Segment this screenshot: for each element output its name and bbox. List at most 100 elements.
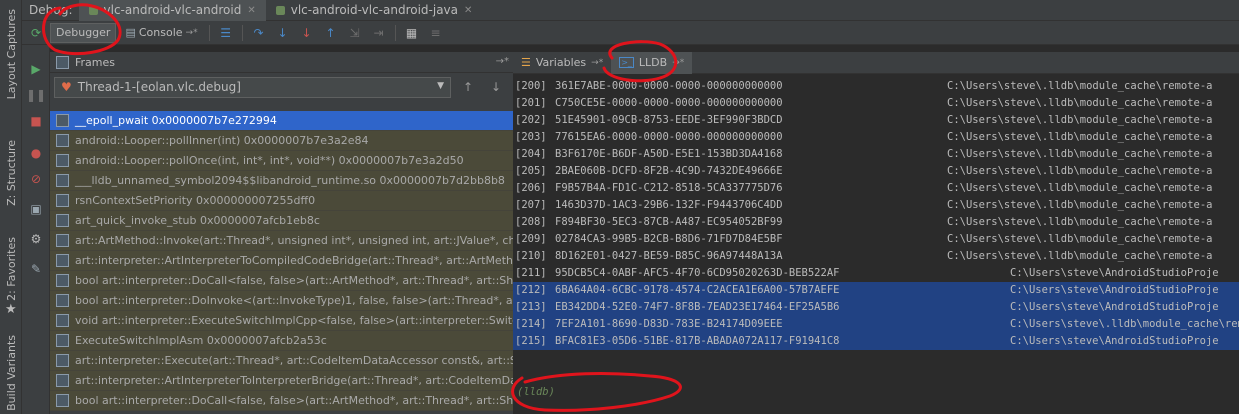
frame-label: bool art::interpreter::DoCall<false, fal…: [75, 274, 513, 287]
lldb-console[interactable]: [200] 361E7ABE-0000-0000-0000-00000000000…: [513, 78, 1239, 414]
stack-frame-icon: [56, 294, 69, 307]
console-line: [209] 02784CA3-99B5-B2CB-B8D6-71FD7D84E5B…: [513, 231, 1239, 248]
frame-item[interactable]: __epoll_pwait 0x0000007b7e272994: [50, 111, 513, 131]
debug-toolbar: ⟳ Debugger ▤ Console →* ☰ ↷ ↓ ↓ ↑ ⇲ ⇥ ▦ …: [22, 21, 1239, 45]
frame-label: art::interpreter::Execute(art::Thread*, …: [75, 354, 513, 367]
run-to-cursor-icon[interactable]: ⇥: [369, 23, 389, 43]
frame-item[interactable]: android::Looper::pollInner(int) 0x000000…: [50, 131, 513, 151]
console-idx: [206]: [515, 182, 547, 194]
mute-breakpoints-icon[interactable]: ⊘: [26, 169, 46, 189]
console-lines: [200] 361E7ABE-0000-0000-0000-00000000000…: [513, 78, 1239, 350]
star-icon: ★: [5, 302, 17, 317]
console-path: C:\Users\steve\AndroidStudioProje: [1010, 267, 1219, 279]
force-step-into-icon[interactable]: ↓: [297, 23, 317, 43]
close-icon[interactable]: ✕: [464, 5, 472, 16]
frame-item[interactable]: rsnContextSetPriority 0x000000007255dff0: [50, 191, 513, 211]
console-idx: [202]: [515, 114, 547, 126]
frame-item[interactable]: art::interpreter::ArtInterpreterToInterp…: [50, 371, 513, 391]
side-tab-build-variants[interactable]: Build Variants: [0, 334, 22, 412]
console-path: C:\Users\steve\AndroidStudioProje: [1010, 335, 1219, 347]
console-line: [205] 2BAE060B-DCFD-8F2B-4C9D-7432DE49666…: [513, 163, 1239, 180]
pin-icon[interactable]: →*: [496, 56, 509, 67]
console-line: [207] 1463D37D-1AC3-29B6-132F-F9443706C4D…: [513, 197, 1239, 214]
console-line: [204] B3F6170E-B6DF-A50D-E5E1-153BD3DA416…: [513, 146, 1239, 163]
close-icon[interactable]: ✕: [247, 5, 255, 16]
frame-item[interactable]: ExecuteSwitchImplAsm 0x0000007afcb2a53c: [50, 331, 513, 351]
console-uuid: 6BA64A04-6CBC-9178-4574-C2ACEA1E6A00-57B…: [555, 284, 840, 296]
side-tab-favorites[interactable]: 2: Favorites: [0, 237, 22, 301]
console-idx: [213]: [515, 301, 547, 313]
variables-icon: ☰: [521, 56, 531, 69]
frame-item[interactable]: ___lldb_unnamed_symbol2094$$libandroid_r…: [50, 171, 513, 191]
frame-item[interactable]: art::ArtMethod::Invoke(art::Thread*, uns…: [50, 231, 513, 251]
stop-icon[interactable]: ■: [26, 111, 46, 131]
console-idx: [201]: [515, 97, 547, 109]
run-tab-vlc-android-java[interactable]: vlc-android-vlc-android-java ✕: [266, 0, 483, 21]
console-line: [203] 77615EA6-0000-0000-0000-00000000000…: [513, 129, 1239, 146]
run-tab-vlc-android[interactable]: vlc-android-vlc-android ✕: [78, 0, 266, 21]
console-line: [206] F9B57B4A-FD1C-C212-8518-5CA337775D7…: [513, 180, 1239, 197]
side-tab-structure[interactable]: Z: Structure: [0, 140, 22, 206]
gear-icon[interactable]: ⚙: [26, 229, 46, 249]
console-path: C:\Users\steve\.lldb\module_cache\remote…: [947, 97, 1213, 109]
drop-frame-icon[interactable]: ⇲: [345, 23, 365, 43]
arrow-down-icon[interactable]: ↓: [485, 80, 507, 94]
view-breakpoints-icon[interactable]: ●: [26, 143, 46, 163]
console-line: [208] F894BF30-5EC3-87CB-A487-EC954052BF9…: [513, 214, 1239, 231]
stack-frame-icon: [56, 114, 69, 127]
console-idx: [203]: [515, 131, 547, 143]
stack-frame-icon: [56, 394, 69, 407]
console-uuid: 361E7ABE-0000-0000-0000-000000000000: [555, 80, 783, 92]
frame-label: void art::interpreter::ExecuteSwitchImpl…: [75, 314, 513, 327]
frame-item[interactable]: art::interpreter::ArtInterpreterToCompil…: [50, 251, 513, 271]
stack-frame-icon: [56, 314, 69, 327]
frame-item[interactable]: art_quick_invoke_stub 0x0000007afcb1eb8c: [50, 211, 513, 231]
pin-icon[interactable]: ✎: [26, 259, 46, 279]
tab-lldb[interactable]: >_ LLDB →*: [611, 51, 693, 74]
frame-item[interactable]: bool art::interpreter::DoInvoke<(art::In…: [50, 291, 513, 311]
console-line: [214] 7EF2A101-8690-D83D-783E-B24174D09EE…: [513, 316, 1239, 333]
arrow-up-icon[interactable]: ↑: [457, 80, 479, 94]
toolbar-separator: [208, 24, 210, 41]
pause-icon[interactable]: ❚❚: [26, 85, 46, 105]
frames-title: Frames: [75, 55, 116, 69]
frame-item[interactable]: art::interpreter::Execute(art::Thread*, …: [50, 351, 513, 371]
stack-frame-icon: [56, 234, 69, 247]
menu-icon[interactable]: ☰: [216, 23, 236, 43]
console-idx: [208]: [515, 216, 547, 228]
console-path: C:\Users\steve\.lldb\module_cache\remote…: [947, 165, 1213, 177]
tab-console[interactable]: ▤ Console →*: [120, 23, 202, 43]
console-path: C:\Users\steve\.lldb\module_cache\remote…: [947, 250, 1213, 262]
resume-icon[interactable]: ▶: [26, 59, 46, 79]
console-line: [200] 361E7ABE-0000-0000-0000-00000000000…: [513, 78, 1239, 95]
thread-dropdown[interactable]: ♥ Thread-1-[eolan.vlc.debug] ▼: [54, 76, 451, 98]
frame-item[interactable]: void art::interpreter::ExecuteSwitchImpl…: [50, 311, 513, 331]
tab-debugger[interactable]: Debugger: [50, 22, 117, 43]
stack-frame-icon: [56, 194, 69, 207]
frame-item[interactable]: android::Looper::pollOnce(int, int*, int…: [50, 151, 513, 171]
frames-panel: Frames →* ♥ Thread-1-[eolan.vlc.debug] ▼…: [50, 52, 513, 414]
step-into-icon[interactable]: ↓: [273, 23, 293, 43]
frame-label: android::Looper::pollInner(int) 0x000000…: [75, 134, 369, 147]
rerun-icon[interactable]: ⟳: [26, 23, 46, 43]
console-path: C:\Users\steve\.lldb\module_cache\remote…: [947, 114, 1213, 126]
toolbar-separator: [394, 24, 396, 41]
console-path: C:\Users\steve\.lldb\module_cache\remote…: [947, 131, 1213, 143]
tab-variables[interactable]: ☰ Variables →*: [513, 52, 611, 74]
frame-item[interactable]: bool art::interpreter::DoCall<false, fal…: [50, 271, 513, 291]
step-over-icon[interactable]: ↷: [249, 23, 269, 43]
stack-frame-icon: [56, 354, 69, 367]
console-path: C:\Users\steve\.lldb\module_cache\remote…: [947, 216, 1213, 228]
lldb-prompt[interactable]: (lldb): [517, 386, 555, 398]
stack-frame-icon: [56, 334, 69, 347]
evaluate-icon[interactable]: ▦: [402, 23, 422, 43]
side-tab-layout-captures[interactable]: Layout Captures: [0, 4, 22, 104]
android-icon: [275, 5, 285, 15]
console-uuid: 7EF2A101-8690-D83D-783E-B24174D09EEE: [555, 318, 783, 330]
restore-layout-icon[interactable]: ▣: [26, 199, 46, 219]
frame-label: bool art::interpreter::DoInvoke<(art::In…: [75, 294, 513, 307]
step-out-icon[interactable]: ↑: [321, 23, 341, 43]
trace-icon[interactable]: ≡: [426, 23, 446, 43]
frame-item[interactable]: bool art::interpreter::DoCall<false, fal…: [50, 391, 513, 411]
stack-frame-icon: [56, 154, 69, 167]
